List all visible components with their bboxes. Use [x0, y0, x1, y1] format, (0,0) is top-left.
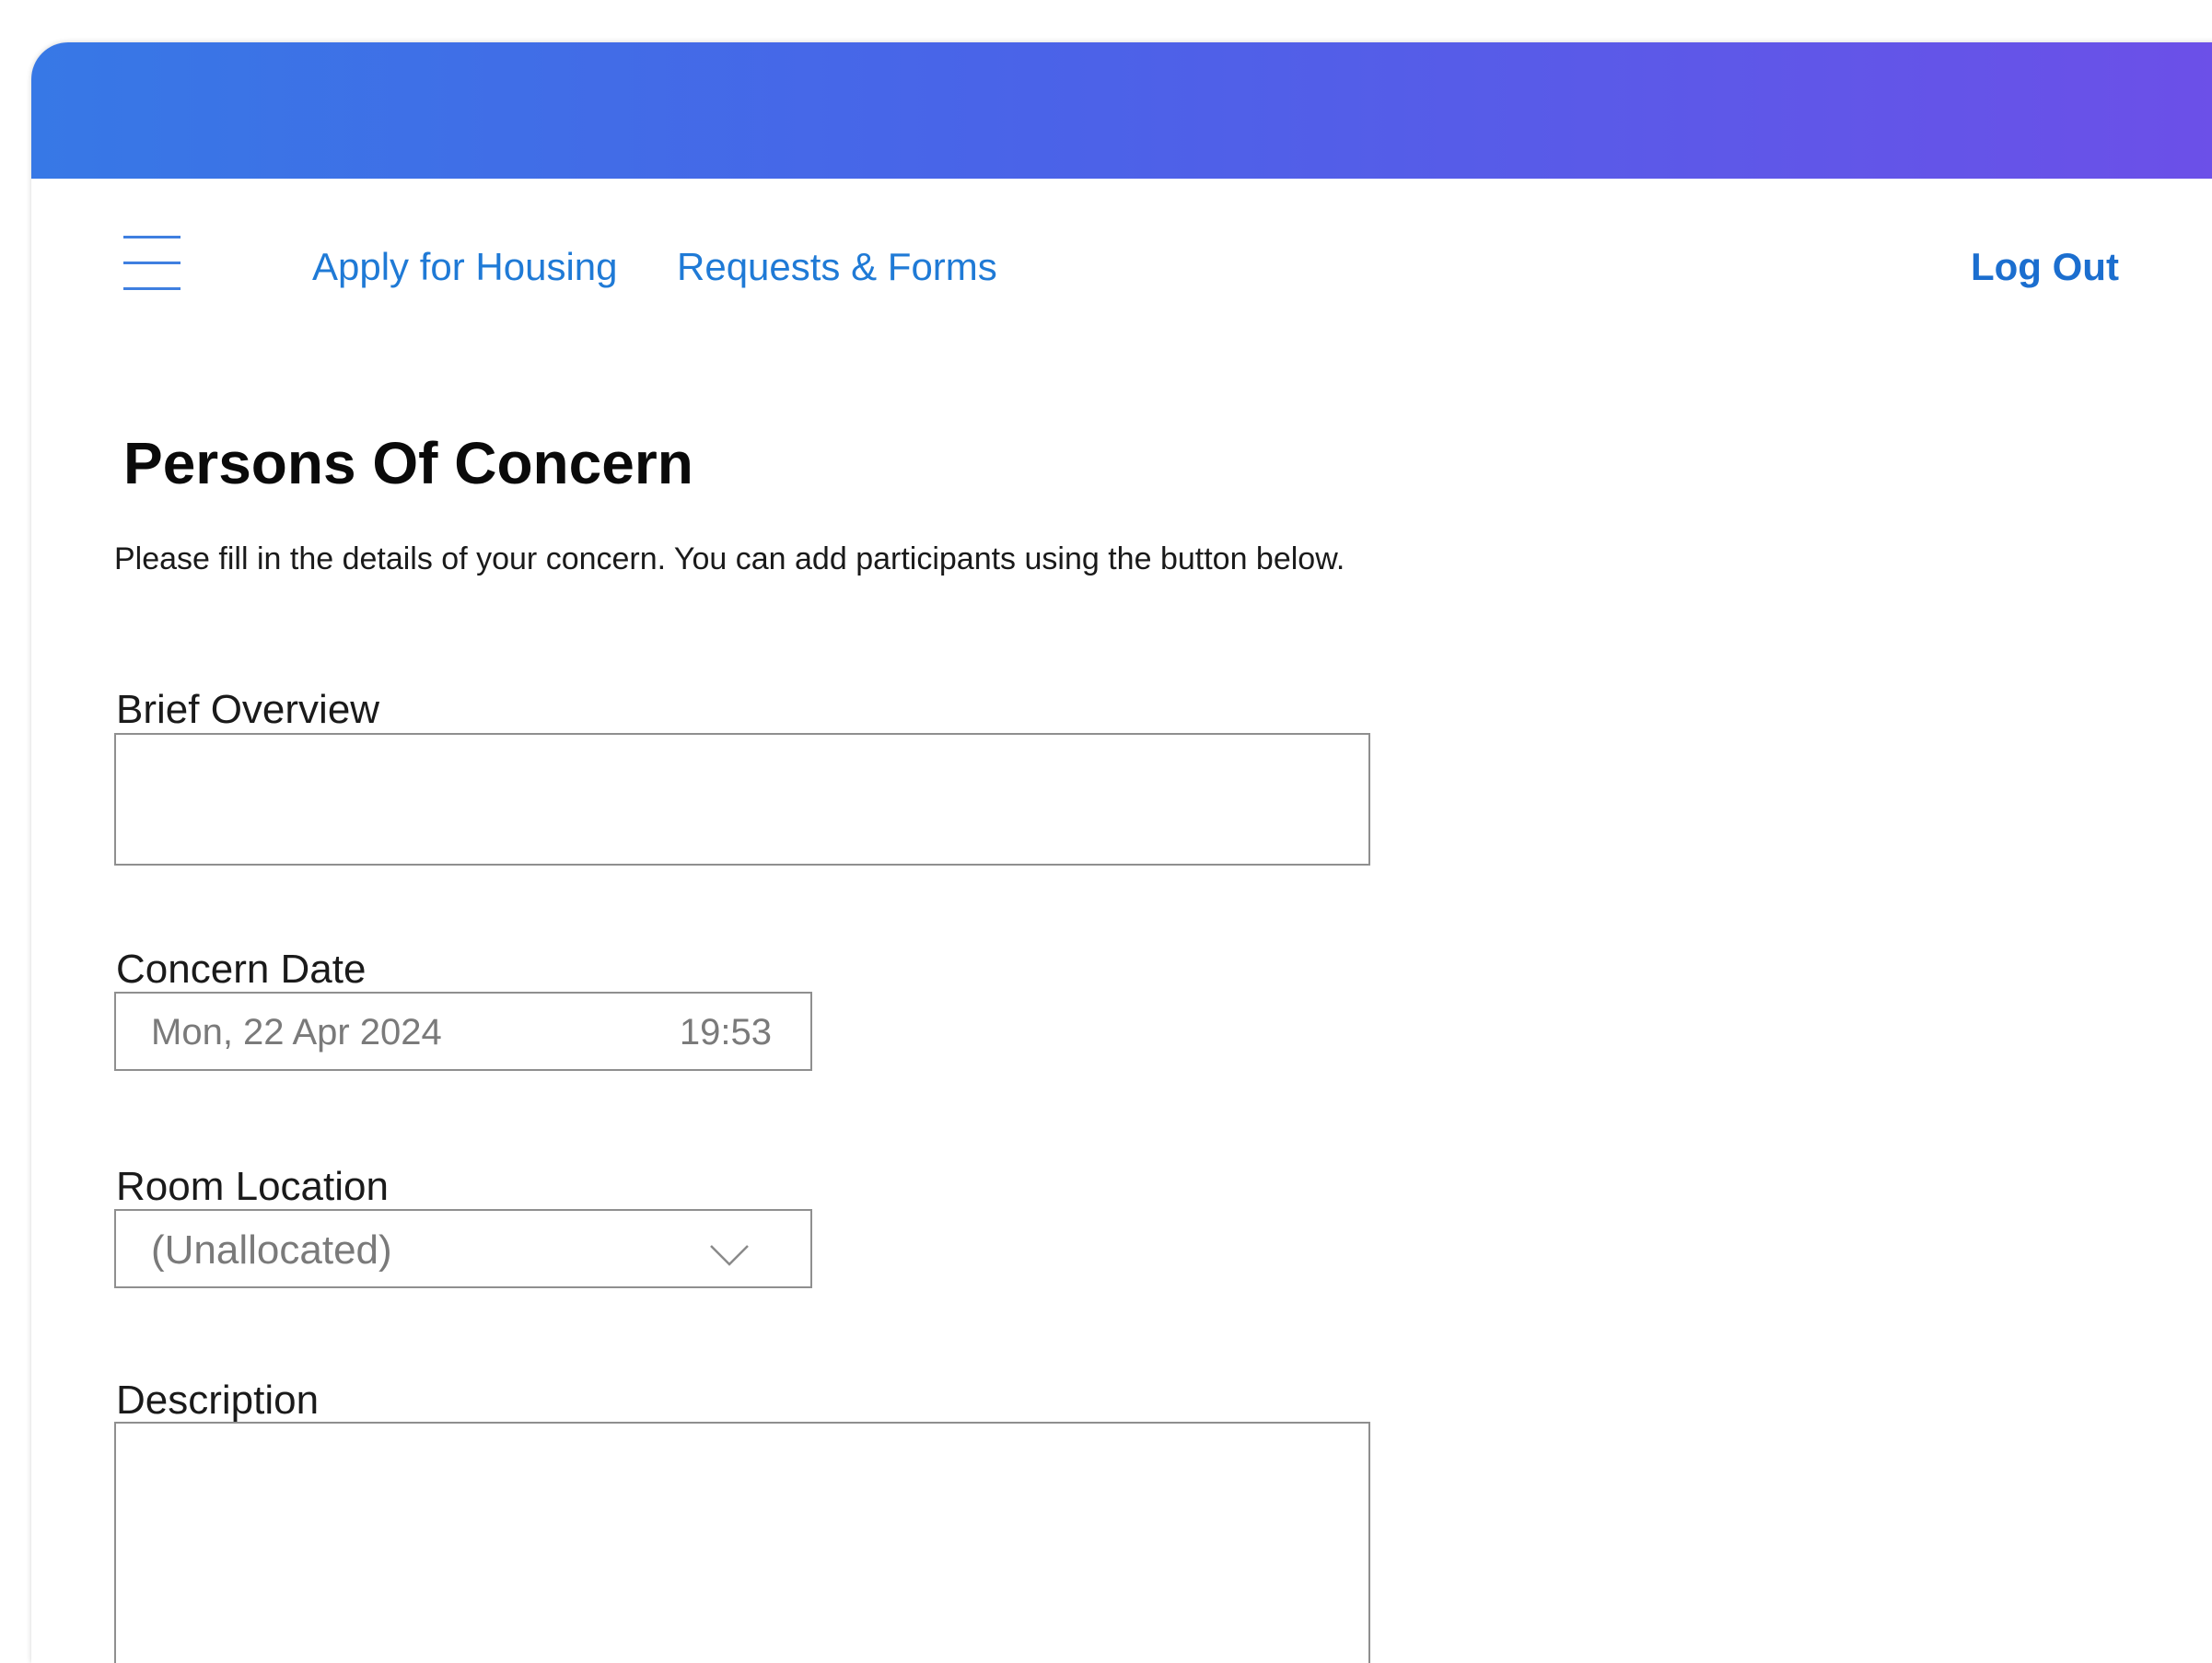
room-location-select[interactable]: (Unallocated)	[114, 1209, 812, 1288]
brief-overview-label: Brief Overview	[116, 687, 380, 732]
concern-date-label: Concern Date	[116, 947, 367, 992]
description-label: Description	[116, 1378, 320, 1423]
chevron-down-icon	[710, 1245, 749, 1266]
hamburger-menu-icon[interactable]	[123, 236, 180, 291]
menu-line	[123, 236, 180, 238]
header-banner	[31, 42, 2212, 179]
room-location-label: Room Location	[116, 1164, 389, 1209]
brief-overview-field	[114, 733, 1370, 866]
page-title: Persons Of Concern	[123, 430, 693, 496]
page-intro: Please fill in the details of your conce…	[114, 541, 1345, 576]
menu-line	[123, 287, 180, 290]
concern-date-field: Mon, 22 Apr 2024 19:53	[114, 992, 812, 1071]
description-field	[114, 1422, 1370, 1663]
room-location-selected-value: (Unallocated)	[151, 1227, 392, 1273]
description-input[interactable]	[116, 1424, 1368, 1663]
menu-line	[123, 262, 180, 264]
concern-date-input[interactable]: Mon, 22 Apr 2024	[151, 1012, 442, 1053]
concern-time-input[interactable]: 19:53	[680, 1012, 772, 1053]
logout-link[interactable]: Log Out	[1971, 245, 2119, 289]
nav-link-requests-forms[interactable]: Requests & Forms	[677, 245, 997, 289]
nav-link-apply-for-housing[interactable]: Apply for Housing	[312, 245, 618, 289]
brief-overview-input[interactable]	[116, 735, 1368, 864]
app-window: Apply for Housing Requests & Forms Log O…	[31, 42, 2212, 1663]
